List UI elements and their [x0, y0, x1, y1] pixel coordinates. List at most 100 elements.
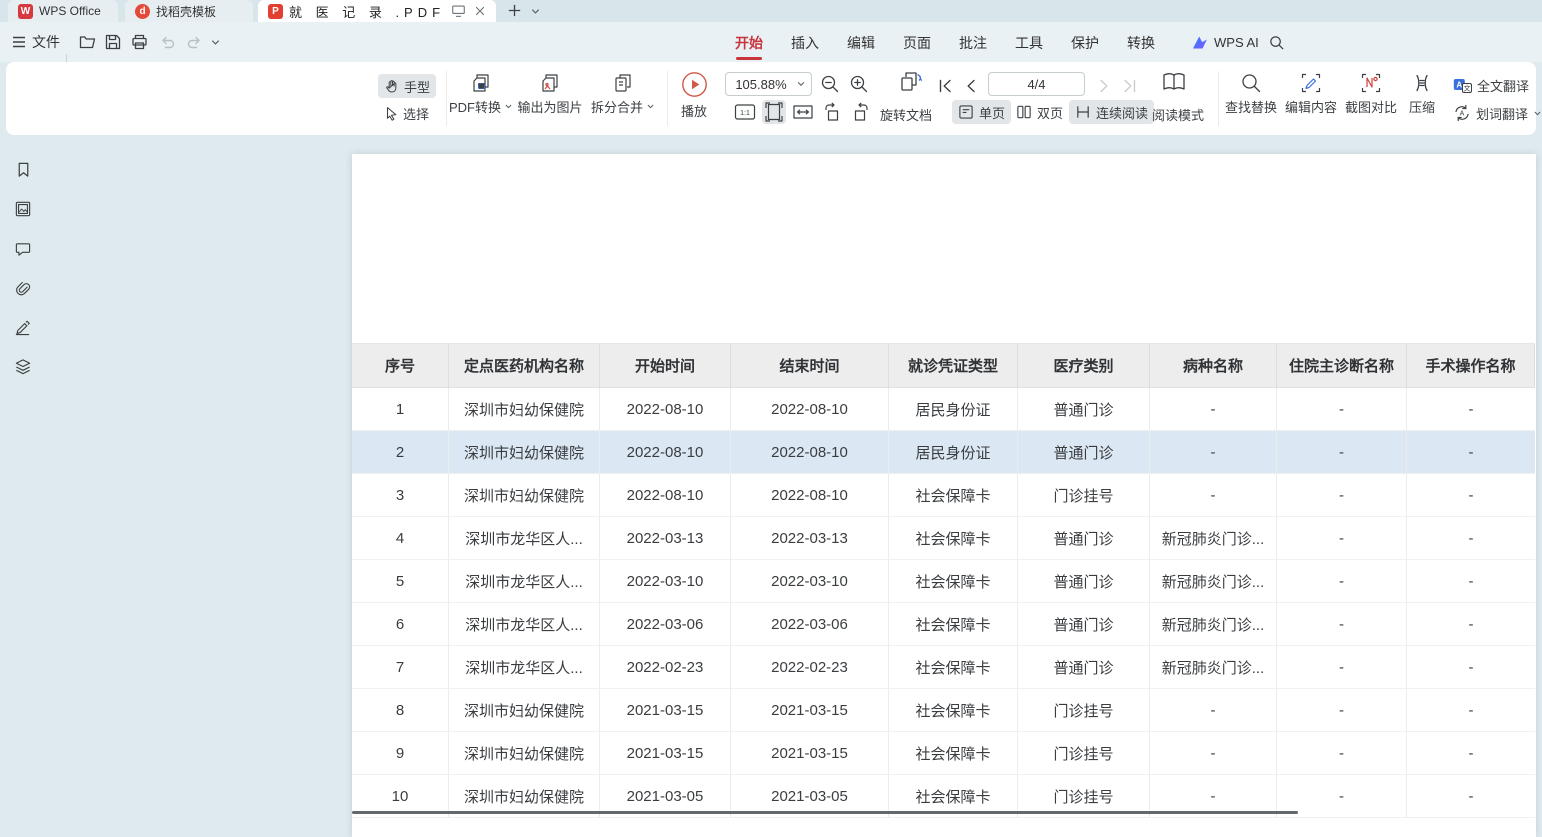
table-cell: 深圳市妇幼保健院: [449, 431, 600, 474]
rotate-left-button[interactable]: [820, 100, 844, 124]
table-row[interactable]: 8深圳市妇幼保健院2021-03-152021-03-15社会保障卡门诊挂号--…: [352, 689, 1535, 732]
print-button[interactable]: [130, 30, 149, 54]
ribbon-tab-comment[interactable]: 批注: [959, 33, 987, 53]
attachment-panel-icon[interactable]: [13, 278, 33, 298]
table-cell: 2022-03-10: [731, 560, 889, 603]
rotate-right-button[interactable]: [849, 100, 873, 124]
ribbon-tab-insert[interactable]: 插入: [791, 33, 819, 53]
open-file-button[interactable]: [78, 30, 97, 54]
table-cell: 新冠肺炎门诊...: [1150, 517, 1277, 560]
ribbon-tab-home[interactable]: 开始: [735, 33, 763, 53]
find-replace-button[interactable]: 查找替换: [1220, 72, 1282, 116]
play-icon: [681, 71, 708, 98]
table-cell: -: [1407, 646, 1535, 689]
select-tool-button[interactable]: 选择: [378, 101, 436, 125]
pdf-convert-icon: W: [470, 72, 492, 94]
ribbon-tab-page[interactable]: 页面: [903, 33, 931, 53]
full-text-translate-button[interactable]: A文 全文翻译: [1447, 73, 1535, 97]
ribbon-tab-edit[interactable]: 编辑: [847, 33, 875, 53]
tab-list-dropdown-icon[interactable]: [530, 6, 541, 17]
split-merge-button[interactable]: 拆分合并: [588, 72, 658, 116]
hand-tool-button[interactable]: 手型: [378, 74, 436, 98]
ribbon-tab-tools[interactable]: 工具: [1015, 33, 1043, 53]
single-page-icon: [958, 104, 974, 120]
rotate-document-label[interactable]: 旋转文档: [880, 105, 932, 124]
last-page-button[interactable]: [1118, 74, 1142, 98]
double-page-icon: [1016, 104, 1032, 120]
pdf-page[interactable]: 序号定点医药机构名称开始时间结束时间就诊凭证类型医疗类别病种名称住院主诊断名称手…: [352, 154, 1536, 837]
tab-document[interactable]: P 就 医 记 录 .PDF: [258, 0, 496, 22]
table-cell: -: [1407, 560, 1535, 603]
compress-label: 压缩: [1409, 97, 1435, 116]
edit-content-button[interactable]: 编辑内容: [1280, 72, 1342, 116]
table-row[interactable]: 9深圳市妇幼保健院2021-03-152021-03-15社会保障卡门诊挂号--…: [352, 732, 1535, 775]
reading-mode-label[interactable]: 阅读模式: [1148, 105, 1208, 124]
new-tab-button[interactable]: [506, 2, 523, 19]
table-row[interactable]: 4深圳市龙华区人...2022-03-132022-03-13社会保障卡普通门诊…: [352, 517, 1535, 560]
zoom-in-button[interactable]: [847, 72, 871, 96]
actual-size-button[interactable]: 1:1: [733, 100, 757, 124]
pdf-convert-button[interactable]: W PDF转换: [447, 72, 515, 116]
continuous-reading-button[interactable]: 连续阅读: [1069, 100, 1154, 124]
fit-page-button[interactable]: [762, 100, 786, 124]
horizontal-scrollbar-thumb[interactable]: [352, 811, 1298, 814]
table-row[interactable]: 1深圳市妇幼保健院2022-08-102022-08-10居民身份证普通门诊--…: [352, 388, 1535, 431]
next-page-button[interactable]: [1092, 74, 1116, 98]
file-menu-button[interactable]: 文件: [12, 30, 60, 54]
table-cell: -: [1407, 517, 1535, 560]
table-cell: -: [1277, 732, 1407, 775]
tab-wps-home[interactable]: W WPS Office: [8, 0, 118, 22]
fit-width-button[interactable]: [791, 100, 815, 124]
ribbon-search-icon[interactable]: [1268, 30, 1285, 54]
table-row[interactable]: 5深圳市龙华区人...2022-03-102022-03-10社会保障卡普通门诊…: [352, 560, 1535, 603]
ribbon-tab-protect[interactable]: 保护: [1071, 33, 1099, 53]
export-as-image-button[interactable]: 输出为图片: [511, 72, 589, 116]
table-row[interactable]: 6深圳市龙华区人...2022-03-062022-03-06社会保障卡普通门诊…: [352, 603, 1535, 646]
tab-docer-templates[interactable]: d 找稻壳模板: [125, 0, 253, 22]
first-page-button[interactable]: [933, 74, 957, 98]
word-translate-button[interactable]: A 划词翻译: [1447, 101, 1542, 125]
table-cell: -: [1277, 603, 1407, 646]
read-mode-book-icon[interactable]: [1158, 70, 1190, 94]
wps-ai-label: WPS AI: [1214, 35, 1259, 50]
header-cell: 定点医药机构名称: [449, 344, 600, 388]
screenshot-compare-button[interactable]: 截图对比: [1340, 72, 1402, 116]
previous-page-button[interactable]: [959, 74, 983, 98]
wps-pdf-window: W WPS Office d 找稻壳模板 P 就 医 记 录 .PDF 文件: [0, 0, 1542, 837]
menu-bar: 文件 开始 插入 编辑 页面 批注 工具 保护 转换 WPS AI: [0, 22, 1542, 62]
rotate-pages-icon[interactable]: [894, 70, 926, 94]
page-number-input[interactable]: 4/4: [988, 72, 1085, 96]
table-row[interactable]: 2深圳市妇幼保健院2022-08-102022-08-10居民身份证普通门诊--…: [352, 431, 1535, 474]
bookmark-panel-icon[interactable]: [13, 160, 33, 180]
single-page-button[interactable]: 单页: [952, 100, 1011, 124]
export-image-label: 输出为图片: [517, 97, 582, 116]
table-row[interactable]: 3深圳市妇幼保健院2022-08-102022-08-10社会保障卡门诊挂号--…: [352, 474, 1535, 517]
table-cell: 社会保障卡: [889, 474, 1018, 517]
zoom-out-button[interactable]: [818, 72, 842, 96]
table-cell: 新冠肺炎门诊...: [1150, 560, 1277, 603]
table-cell: -: [1150, 388, 1277, 431]
redo-button[interactable]: [185, 30, 204, 54]
pdf-convert-label: PDF转换: [449, 97, 501, 116]
chevron-down-icon: [1533, 109, 1542, 118]
ribbon-tab-convert[interactable]: 转换: [1127, 33, 1155, 53]
table-cell: 社会保障卡: [889, 732, 1018, 775]
thumbnail-panel-icon[interactable]: [13, 199, 33, 219]
comment-panel-icon[interactable]: [13, 239, 33, 259]
quick-access-dropdown-icon[interactable]: [210, 30, 221, 54]
layers-panel-icon[interactable]: [13, 357, 33, 377]
undo-button[interactable]: [158, 30, 177, 54]
compress-button[interactable]: 压缩: [1400, 72, 1444, 116]
save-button[interactable]: [104, 30, 122, 54]
wps-ai-button[interactable]: WPS AI: [1192, 30, 1259, 54]
close-tab-icon[interactable]: [474, 5, 486, 17]
play-slideshow-button[interactable]: 播放: [670, 71, 718, 120]
compress-icon: [1411, 72, 1433, 94]
table-row[interactable]: 7深圳市龙华区人...2022-02-232022-02-23社会保障卡普通门诊…: [352, 646, 1535, 689]
word-translate-label: 划词翻译: [1476, 104, 1528, 123]
table-cell: 2022-08-10: [731, 388, 889, 431]
tab-document-label: 就 医 记 录 .PDF: [289, 2, 445, 21]
cast-screen-icon[interactable]: [451, 4, 466, 18]
zoom-level-select[interactable]: 105.88%: [725, 72, 812, 96]
signature-panel-icon[interactable]: [13, 317, 33, 337]
